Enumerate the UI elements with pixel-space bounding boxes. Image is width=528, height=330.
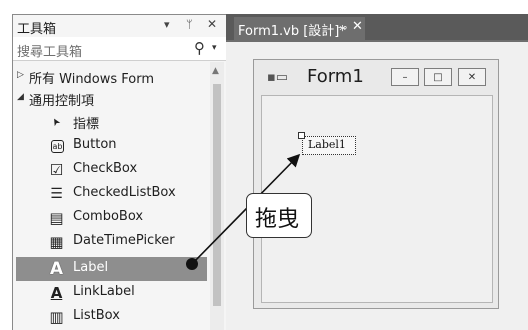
drag-start-dot [186,258,198,270]
ide-window: 工具箱 ▾ ᛘ ✕ 搜尋工具箱 ⚲ ▾ ▷ 所有 Windows Form ◢ … [0,0,528,330]
drag-arrow-overlay [186,153,301,270]
callout-text: 拖曳 [255,207,300,232]
drag-callout: 拖曳 [246,193,312,238]
